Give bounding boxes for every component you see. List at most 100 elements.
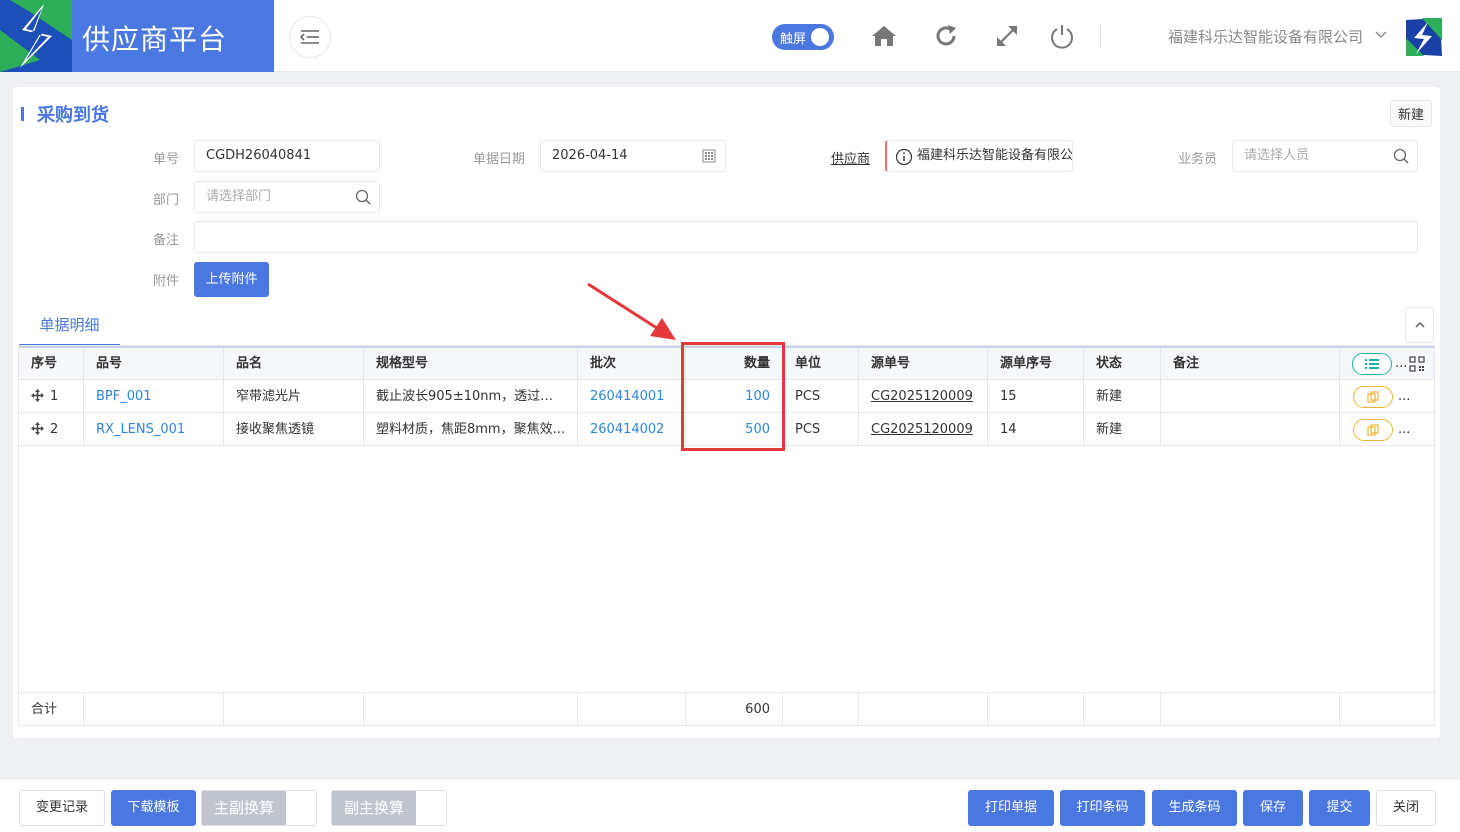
footer-cell: [1161, 693, 1340, 726]
menu-fold-icon: [300, 30, 319, 44]
remark-field[interactable]: [194, 221, 1418, 253]
th-seq: 序号: [19, 348, 84, 381]
row-copy-button[interactable]: [1353, 419, 1393, 441]
drag-move-icon[interactable]: [31, 389, 44, 402]
submit-button[interactable]: 提交: [1309, 790, 1370, 826]
main-sub-convert-toggle[interactable]: 主副换算: [201, 790, 317, 826]
row-more[interactable]: ...: [1398, 413, 1410, 446]
upload-attachment-button[interactable]: 上传附件: [194, 262, 269, 297]
copy-icon: [1367, 424, 1379, 436]
main-sub-convert-label: 主副换算: [202, 791, 286, 825]
touch-mode-label: 触屏: [780, 32, 807, 47]
row-copy-button[interactable]: [1353, 386, 1393, 408]
annotation-arrow: [587, 282, 676, 340]
footer-qty-total: 600: [686, 693, 783, 726]
doc-no-field[interactable]: CGDH26040841: [194, 140, 380, 172]
row-seq: 2: [19, 413, 84, 446]
th-spec: 规格型号: [364, 348, 578, 381]
column-settings-button[interactable]: [1352, 353, 1392, 375]
row-batch[interactable]: 260414002: [578, 413, 686, 446]
row-src-seq: 15: [988, 380, 1084, 413]
change-log-button[interactable]: 变更记录: [19, 790, 105, 826]
footer-cell: [783, 693, 859, 726]
supplier-field[interactable]: 福建科乐达智能设备有限公: [885, 140, 1073, 172]
bottom-toolbar: 变更记录 下载模板 主副换算 副主换算 打印单据 打印条码 生成条码 保存 提交…: [0, 778, 1460, 832]
row-more[interactable]: ...: [1398, 380, 1410, 413]
search-icon[interactable]: [1393, 148, 1409, 164]
app-title: 供应商平台: [82, 23, 228, 56]
switch-knob: [811, 28, 829, 46]
avatar[interactable]: [1402, 16, 1444, 58]
row-item-name: 接收聚焦透镜: [224, 413, 364, 446]
table-footer: 合计 600: [19, 692, 1434, 726]
th-src-no: 源单号: [859, 348, 988, 381]
supplier-link[interactable]: 供应商: [831, 148, 870, 167]
drag-move-icon[interactable]: [31, 422, 44, 435]
download-template-button[interactable]: 下载模板: [111, 790, 196, 826]
close-button[interactable]: 关闭: [1376, 790, 1436, 826]
brand: 供应商平台: [0, 0, 274, 72]
row-status: 新建: [1084, 413, 1161, 446]
dept-field[interactable]: 请选择部门: [194, 181, 380, 213]
fullscreen-button[interactable]: [991, 20, 1023, 52]
salesman-label: 业务员: [1177, 152, 1217, 167]
collapse-button[interactable]: [1405, 307, 1434, 343]
list-icon: [1365, 359, 1379, 369]
logout-button[interactable]: [1046, 20, 1078, 52]
date-value: 2026-04-14: [552, 148, 628, 163]
doc-no-label: 单号: [152, 152, 179, 167]
dept-label: 部门: [152, 193, 179, 208]
tab-detail[interactable]: 单据明细: [19, 312, 120, 346]
salesman-field[interactable]: 请选择人员: [1232, 140, 1418, 172]
row-batch[interactable]: 260414001: [578, 380, 686, 413]
footer-cell: [364, 693, 578, 726]
chevron-down-icon[interactable]: [1374, 27, 1388, 41]
top-bar: 供应商平台 触屏 福建科乐达智能设备有限公司: [0, 0, 1460, 72]
qrcode-icon[interactable]: [1409, 356, 1425, 372]
row-item-name: 窄带滤光片: [224, 380, 364, 413]
touch-mode-switch[interactable]: 触屏: [772, 24, 834, 50]
home-button[interactable]: [868, 20, 900, 52]
menu-toggle-button[interactable]: [289, 16, 331, 58]
th-item-no: 品号: [84, 348, 224, 381]
dept-placeholder: 请选择部门: [206, 189, 272, 204]
row-remark[interactable]: [1161, 380, 1340, 413]
row-item-no[interactable]: BPF_001: [84, 380, 224, 413]
search-icon[interactable]: [355, 189, 371, 205]
refresh-button[interactable]: [930, 20, 962, 52]
company-name[interactable]: 福建科乐达智能设备有限公司: [1168, 26, 1363, 47]
row-src-no[interactable]: CG2025120009: [859, 413, 988, 446]
row-spec: 截止波长905±10nm，透过率>...: [364, 380, 578, 413]
supplier-value: 福建科乐达智能设备有限公: [917, 148, 1073, 163]
date-field[interactable]: 2026-04-14: [540, 140, 726, 172]
row-unit: PCS: [783, 380, 859, 413]
refresh-icon: [936, 25, 956, 46]
row-src-seq: 14: [988, 413, 1084, 446]
th-unit: 单位: [783, 348, 859, 381]
row-seq-text: 2: [50, 422, 59, 437]
footer-cell: [988, 693, 1084, 726]
header-more[interactable]: ...: [1395, 348, 1407, 380]
sub-main-convert-toggle[interactable]: 副主换算: [331, 790, 447, 826]
footer-cell: [578, 693, 686, 726]
power-icon: [1051, 25, 1073, 49]
footer-cell: [84, 693, 224, 726]
row-unit: PCS: [783, 413, 859, 446]
footer-cell: [1084, 693, 1161, 726]
save-button[interactable]: 保存: [1243, 790, 1303, 826]
calendar-icon[interactable]: [701, 148, 717, 164]
sub-main-convert-label: 副主换算: [332, 791, 416, 825]
footer-cell: [859, 693, 988, 726]
attach-label: 附件: [152, 274, 179, 289]
info-icon: [895, 148, 913, 166]
home-icon: [872, 26, 896, 46]
generate-barcode-button[interactable]: 生成条码: [1152, 790, 1237, 826]
divider: [1100, 25, 1101, 47]
row-src-no[interactable]: CG2025120009: [859, 380, 988, 413]
row-item-no[interactable]: RX_LENS_001: [84, 413, 224, 446]
row-remark[interactable]: [1161, 413, 1340, 446]
row-seq: 1: [19, 380, 84, 413]
print-barcode-button[interactable]: 打印条码: [1060, 790, 1145, 826]
chevron-up-icon: [1415, 322, 1424, 328]
print-doc-button[interactable]: 打印单据: [968, 790, 1054, 826]
